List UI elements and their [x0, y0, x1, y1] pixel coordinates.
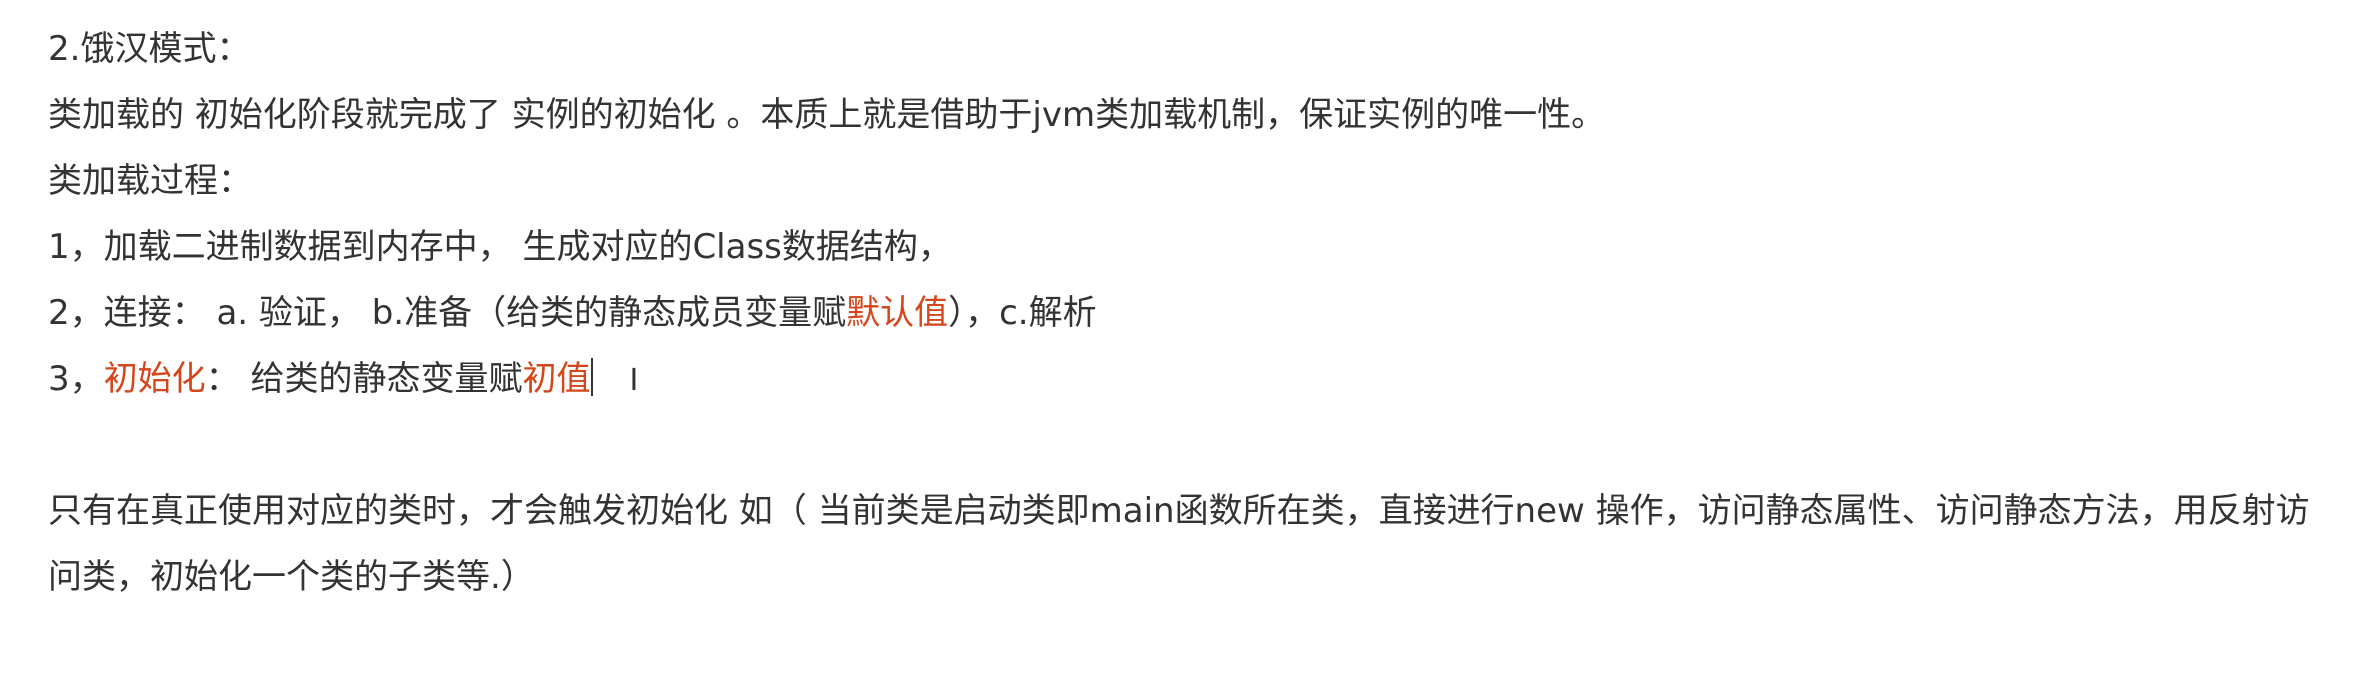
- step-init-prefix: 3，: [48, 359, 104, 399]
- ibeam-cursor-icon: I: [629, 363, 639, 398]
- step-load: 1，加载二进制数据到内存中， 生成对应的Class数据结构，: [48, 227, 952, 267]
- document-body: 2.饿汉模式： 类加载的 初始化阶段就完成了 实例的初始化 。本质上就是借助于j…: [48, 16, 2328, 610]
- step-init: 3，初始化： 给类的静态变量赋初值 I: [48, 346, 2328, 412]
- step-link-text-end: ），c.解析: [948, 293, 1097, 333]
- initial-value-highlight: 初值: [522, 359, 591, 399]
- class-loading-heading: 类加载过程：: [48, 161, 252, 201]
- trigger-paragraph: 只有在真正使用对应的类时，才会触发初始化 如（ 当前类是启动类即main函数所在…: [48, 491, 2310, 597]
- step-link-text: 2，连接： a. 验证， b.准备（给类的静态成员变量赋: [48, 293, 847, 333]
- summary-line: 类加载的 初始化阶段就完成了 实例的初始化 。本质上就是借助于jvm类加载机制，…: [48, 95, 1606, 135]
- init-highlight: 初始化: [103, 359, 206, 399]
- default-value-highlight: 默认值: [846, 293, 949, 333]
- step-init-text: ： 给类的静态变量赋: [205, 359, 523, 399]
- section-heading: 2.饿汉模式：: [48, 29, 251, 69]
- text-caret: [591, 358, 594, 396]
- step-link: 2，连接： a. 验证， b.准备（给类的静态成员变量赋默认值），c.解析: [48, 280, 2328, 346]
